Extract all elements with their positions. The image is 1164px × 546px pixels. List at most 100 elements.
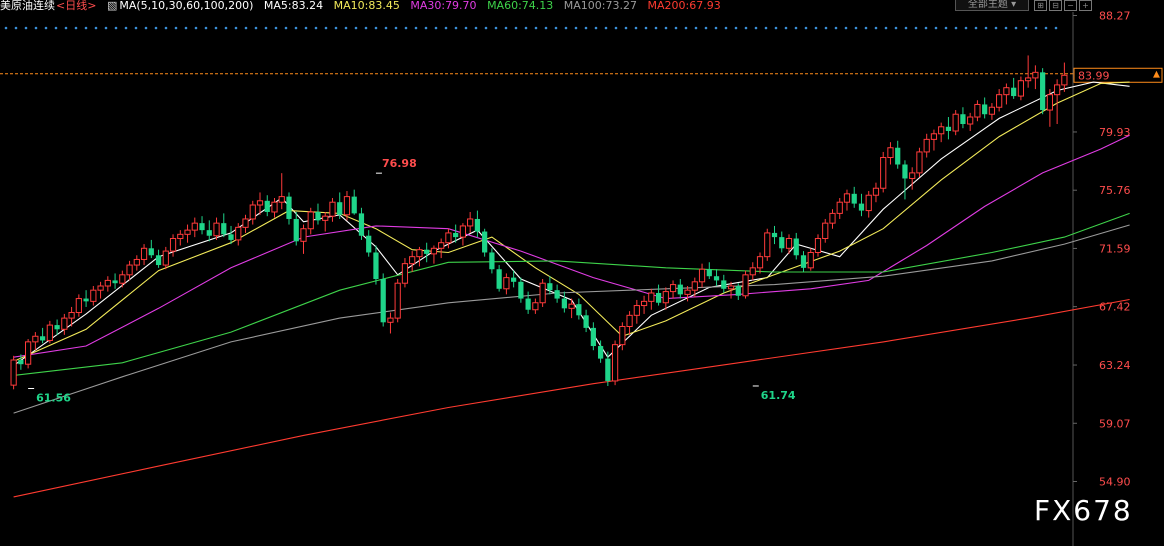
marker-dot xyxy=(864,26,868,30)
marker-dot xyxy=(44,26,48,30)
y-tick-label: 54.90 xyxy=(1099,476,1131,489)
candle-body-up xyxy=(300,228,307,242)
y-tick-label: 75.76 xyxy=(1099,184,1131,197)
marker-dot xyxy=(664,26,668,30)
marker-dot xyxy=(544,26,548,30)
marker-dot xyxy=(264,26,268,30)
candle-body-down xyxy=(960,114,966,125)
candle-body-up xyxy=(923,138,930,153)
marker-dot xyxy=(444,26,448,30)
candle-body-down xyxy=(771,232,778,238)
zoom-out-icon[interactable]: − xyxy=(1064,0,1077,11)
marker-dot xyxy=(1044,26,1048,30)
extreme-value-label: 61.56 xyxy=(36,391,71,404)
candle-body-up xyxy=(930,133,938,140)
marker-dot xyxy=(724,26,728,30)
marker-dot xyxy=(64,26,68,30)
ma-line-ma5 xyxy=(13,81,1130,367)
marker-dot xyxy=(914,26,918,30)
ma-settings-icon[interactable]: ▧ xyxy=(107,0,117,12)
marker-dot xyxy=(964,26,968,30)
marker-dot xyxy=(774,26,778,30)
candle-body-down xyxy=(858,203,865,211)
marker-dot xyxy=(784,26,788,30)
marker-dot xyxy=(214,26,218,30)
ma10-value: MA10:83.45 xyxy=(333,0,400,12)
candle-body-up xyxy=(1054,84,1061,96)
grid-icon[interactable]: ⊞ xyxy=(1034,0,1047,11)
candle-body-up xyxy=(75,298,82,314)
marker-dot xyxy=(634,26,638,30)
marker-dot xyxy=(424,26,428,30)
candle-body-up xyxy=(988,106,996,115)
instrument-name[interactable]: 美原油连续 xyxy=(0,0,55,12)
candle-body-down xyxy=(779,237,785,249)
watermark: FX678 xyxy=(1034,494,1133,527)
extreme-value-label: 76.98 xyxy=(382,157,417,170)
marker-dot xyxy=(104,26,108,30)
marker-dot xyxy=(34,26,38,30)
candle-body-down xyxy=(583,315,589,328)
marker-dot xyxy=(484,26,488,30)
candle-body-down xyxy=(1011,87,1017,97)
candle-body-up xyxy=(691,281,698,291)
marker-dot xyxy=(1054,26,1058,30)
candlestick-chart: 88.2784.1079.9375.7671.5967.4263.2459.07… xyxy=(0,10,1163,546)
marker-dot xyxy=(834,26,838,30)
marker-dot xyxy=(404,26,408,30)
period-label[interactable]: <日线> xyxy=(56,0,96,12)
candle-body-down xyxy=(655,292,662,303)
candle-body-up xyxy=(10,359,17,386)
candle-body-down xyxy=(735,285,741,296)
current-price-label: 83.99 xyxy=(1078,69,1110,82)
candle-body-up xyxy=(633,305,640,316)
candle-body-up xyxy=(887,147,894,159)
marker-dot xyxy=(794,26,798,30)
marker-dot xyxy=(1024,26,1028,30)
candle-body-up xyxy=(539,282,546,304)
candle-body-down xyxy=(721,280,727,289)
zoom-in-icon[interactable]: + xyxy=(1079,0,1092,11)
marker-dot xyxy=(334,26,338,30)
candle-body-up xyxy=(822,222,829,240)
candle-body-up xyxy=(430,247,438,255)
marker-dot xyxy=(764,26,768,30)
candle-body-up xyxy=(322,215,329,221)
candle-body-down xyxy=(793,238,799,256)
candle-body-up xyxy=(162,250,169,266)
marker-dot xyxy=(384,26,388,30)
candle-body-up xyxy=(742,274,749,297)
marker-dot xyxy=(344,26,348,30)
candle-body-down xyxy=(525,298,531,310)
ma-config-label[interactable]: MA(5,10,30,60,100,200) xyxy=(119,0,253,12)
marker-dot xyxy=(174,26,178,30)
marker-dot xyxy=(454,26,458,30)
ma100-value: MA100:73.27 xyxy=(563,0,637,12)
candle-body-down xyxy=(293,218,299,242)
marker-dot xyxy=(464,26,468,30)
candle-body-up xyxy=(119,274,126,284)
candle-body-down xyxy=(895,147,901,165)
marker-dot xyxy=(614,26,618,30)
candle-body-up xyxy=(880,157,887,189)
marker-dot xyxy=(414,26,418,30)
layout-icon[interactable]: ⊟ xyxy=(1049,0,1062,11)
candle-body-up xyxy=(97,285,104,291)
marker-dot xyxy=(814,26,818,30)
candle-body-down xyxy=(424,249,430,254)
marker-dot xyxy=(984,26,988,30)
theme-selector-button[interactable]: 全部主题 ▾ xyxy=(955,0,1029,11)
candle-body-down xyxy=(982,104,988,115)
marker-dot xyxy=(254,26,258,30)
marker-dot xyxy=(584,26,588,30)
candle-body-up xyxy=(126,264,133,276)
candle-body-up xyxy=(1003,87,1010,96)
marker-dot xyxy=(184,26,188,30)
candle-body-up xyxy=(829,212,836,224)
candle-body-down xyxy=(554,290,560,299)
theme-selector-label: 全部主题 xyxy=(967,0,1008,10)
candle-body-up xyxy=(459,225,467,238)
marker-dot xyxy=(604,26,608,30)
marker-dot xyxy=(124,26,128,30)
marker-dot xyxy=(1004,26,1008,30)
